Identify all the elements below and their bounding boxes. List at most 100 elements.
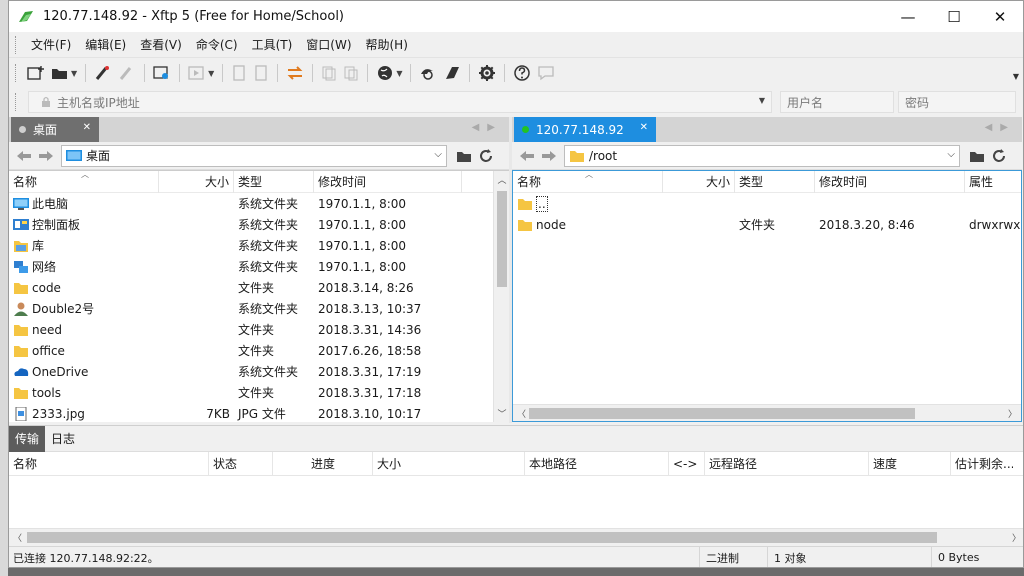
password-input[interactable]: 密码 bbox=[898, 91, 1016, 113]
menu-help[interactable]: 帮助(H) bbox=[359, 36, 415, 53]
menu-window[interactable]: 窗口(W) bbox=[299, 36, 358, 53]
scroll-right-icon[interactable]: 〉 bbox=[1012, 531, 1021, 544]
close-tab-icon[interactable]: ✕ bbox=[640, 122, 648, 133]
col-header-remote-path[interactable]: 远程路径 bbox=[705, 451, 869, 476]
tab-local-desktop[interactable]: 桌面 ✕ bbox=[11, 117, 99, 142]
col-header-progress[interactable]: 进度 bbox=[273, 451, 373, 476]
scroll-up-icon[interactable]: ︿ bbox=[494, 173, 509, 186]
table-row[interactable]: 控制面板 系统文件夹 1970.1.1, 8:00 bbox=[9, 214, 509, 235]
col-header-type[interactable]: 类型 bbox=[234, 171, 314, 193]
col-header-size[interactable]: 大小 bbox=[663, 171, 735, 193]
maximize-button[interactable]: ☐ bbox=[931, 1, 977, 32]
local-path-input[interactable]: 桌面 ⌵ bbox=[61, 144, 447, 167]
col-header-eta[interactable]: 估计剩余... bbox=[951, 452, 1013, 476]
properties-button[interactable] bbox=[150, 62, 174, 84]
close-window-button[interactable]: ✕ bbox=[977, 1, 1023, 32]
tab-log[interactable]: 日志 bbox=[45, 426, 81, 452]
scroll-thumb[interactable] bbox=[27, 532, 937, 543]
col-header-direction[interactable]: <-> bbox=[669, 451, 705, 476]
download-button[interactable] bbox=[250, 62, 272, 84]
tab-remote-session[interactable]: 120.77.148.92 ✕ bbox=[514, 117, 656, 142]
xftp-button[interactable] bbox=[440, 62, 464, 84]
col-header-size[interactable]: 大小 bbox=[159, 171, 234, 193]
table-row[interactable]: office 文件夹 2017.6.26, 18:58 bbox=[9, 340, 509, 361]
file-size bbox=[159, 298, 234, 319]
tab-nav-arrows-icon[interactable]: ◀▶ bbox=[985, 122, 1016, 133]
col-header-size[interactable]: 大小 bbox=[373, 451, 525, 476]
toolbar-grip bbox=[15, 64, 18, 82]
remote-refresh-button[interactable] bbox=[988, 148, 1010, 164]
chevron-down-icon[interactable]: ⌵ bbox=[434, 149, 442, 160]
minimize-button[interactable]: — bbox=[885, 1, 931, 32]
chevron-down-icon[interactable]: ▼ bbox=[759, 96, 765, 105]
back-button[interactable] bbox=[13, 150, 35, 162]
scroll-thumb[interactable] bbox=[497, 191, 507, 287]
paste-button[interactable] bbox=[340, 62, 362, 84]
disconnect-button[interactable] bbox=[115, 62, 139, 84]
help-button[interactable] bbox=[510, 62, 534, 84]
connect-button[interactable] bbox=[91, 62, 115, 84]
table-row[interactable]: node 文件夹 2018.3.20, 8:46 drwxrwxr bbox=[513, 214, 1021, 235]
col-header-modified[interactable]: 修改时间 bbox=[314, 171, 462, 193]
scroll-down-icon[interactable]: ﹀ bbox=[494, 407, 509, 420]
table-row[interactable]: code 文件夹 2018.3.14, 8:26 bbox=[9, 277, 509, 298]
table-row[interactable]: 2333.jpg 7KB JPG 文件 2018.3.10, 10:17 bbox=[9, 403, 509, 422]
new-session-button[interactable] bbox=[24, 62, 48, 84]
upload-button[interactable] bbox=[228, 62, 250, 84]
local-refresh-button[interactable] bbox=[475, 148, 497, 164]
play-button[interactable]: ▼ bbox=[185, 62, 217, 84]
table-row[interactable]: 网络 系统文件夹 1970.1.1, 8:00 bbox=[9, 256, 509, 277]
remote-path-text: /root bbox=[589, 148, 618, 163]
host-input[interactable]: 主机名或IP地址 ▼ bbox=[28, 91, 772, 113]
tab-nav-arrows-icon[interactable]: ◀▶ bbox=[472, 122, 503, 133]
options-button[interactable] bbox=[475, 62, 499, 84]
file-modified bbox=[815, 193, 965, 214]
xshell-button[interactable] bbox=[416, 62, 440, 84]
menu-edit[interactable]: 编辑(E) bbox=[78, 36, 133, 53]
forward-button[interactable] bbox=[538, 150, 560, 162]
remote-folder-button[interactable] bbox=[966, 148, 988, 164]
col-header-speed[interactable]: 速度 bbox=[869, 451, 951, 476]
toolbar-overflow-icon[interactable]: ▼ bbox=[1013, 72, 1019, 81]
table-row[interactable]: Double2号 系统文件夹 2018.3.13, 10:37 bbox=[9, 298, 509, 319]
scroll-right-icon[interactable]: 〉 bbox=[1008, 407, 1017, 420]
username-input[interactable]: 用户名 bbox=[780, 91, 894, 113]
local-folder-button[interactable] bbox=[453, 148, 475, 164]
forward-button[interactable] bbox=[35, 150, 57, 162]
close-tab-icon[interactable]: ✕ bbox=[83, 122, 91, 133]
menu-view[interactable]: 查看(V) bbox=[133, 36, 189, 53]
copy-button[interactable] bbox=[318, 62, 340, 84]
col-header-local-path[interactable]: 本地路径 bbox=[525, 451, 669, 476]
open-session-button[interactable]: ▼ bbox=[48, 62, 80, 84]
table-row[interactable]: tools 文件夹 2018.3.31, 17:18 bbox=[9, 382, 509, 403]
transfer-hscroll[interactable]: 〈 〉 bbox=[9, 528, 1023, 545]
tab-transfer[interactable]: 传输 bbox=[9, 425, 46, 452]
scroll-left-icon[interactable]: 〈 bbox=[517, 407, 526, 420]
menu-command[interactable]: 命令(C) bbox=[189, 36, 245, 53]
table-row[interactable]: OneDrive 系统文件夹 2018.3.31, 17:19 bbox=[9, 361, 509, 382]
col-header-attributes[interactable]: 属性 bbox=[965, 171, 1021, 193]
col-header-type[interactable]: 类型 bbox=[735, 171, 815, 193]
back-button[interactable] bbox=[516, 150, 538, 162]
local-vscroll[interactable]: ︿ ﹀ bbox=[493, 171, 509, 422]
chevron-down-icon[interactable]: ⌵ bbox=[947, 149, 955, 160]
scroll-thumb[interactable] bbox=[529, 408, 915, 419]
table-row[interactable]: need 文件夹 2018.3.31, 14:36 bbox=[9, 319, 509, 340]
col-header-modified[interactable]: 修改时间 bbox=[815, 171, 965, 193]
menu-tools[interactable]: 工具(T) bbox=[245, 36, 300, 53]
table-row[interactable]: 此电脑 系统文件夹 1970.1.1, 8:00 bbox=[9, 193, 509, 214]
remote-path-input[interactable]: /root ⌵ bbox=[564, 144, 960, 167]
menu-grip bbox=[15, 35, 18, 54]
transfer-button[interactable] bbox=[283, 62, 307, 84]
chat-button[interactable] bbox=[534, 62, 558, 84]
table-row[interactable]: .. bbox=[513, 193, 1021, 214]
table-row[interactable]: 库 系统文件夹 1970.1.1, 8:00 bbox=[9, 235, 509, 256]
transfer-tabs: 传输 日志 bbox=[9, 425, 1023, 452]
col-header-status[interactable]: 状态 bbox=[209, 451, 273, 476]
encoding-button[interactable]: ▼ bbox=[373, 62, 405, 84]
menu-file[interactable]: 文件(F) bbox=[24, 36, 78, 53]
remote-hscroll[interactable]: 〈 〉 bbox=[513, 404, 1021, 421]
col-header-name[interactable]: 名称 bbox=[9, 451, 209, 476]
local-path-bar: 桌面 ⌵ bbox=[9, 142, 509, 170]
scroll-left-icon[interactable]: 〈 bbox=[13, 531, 22, 544]
